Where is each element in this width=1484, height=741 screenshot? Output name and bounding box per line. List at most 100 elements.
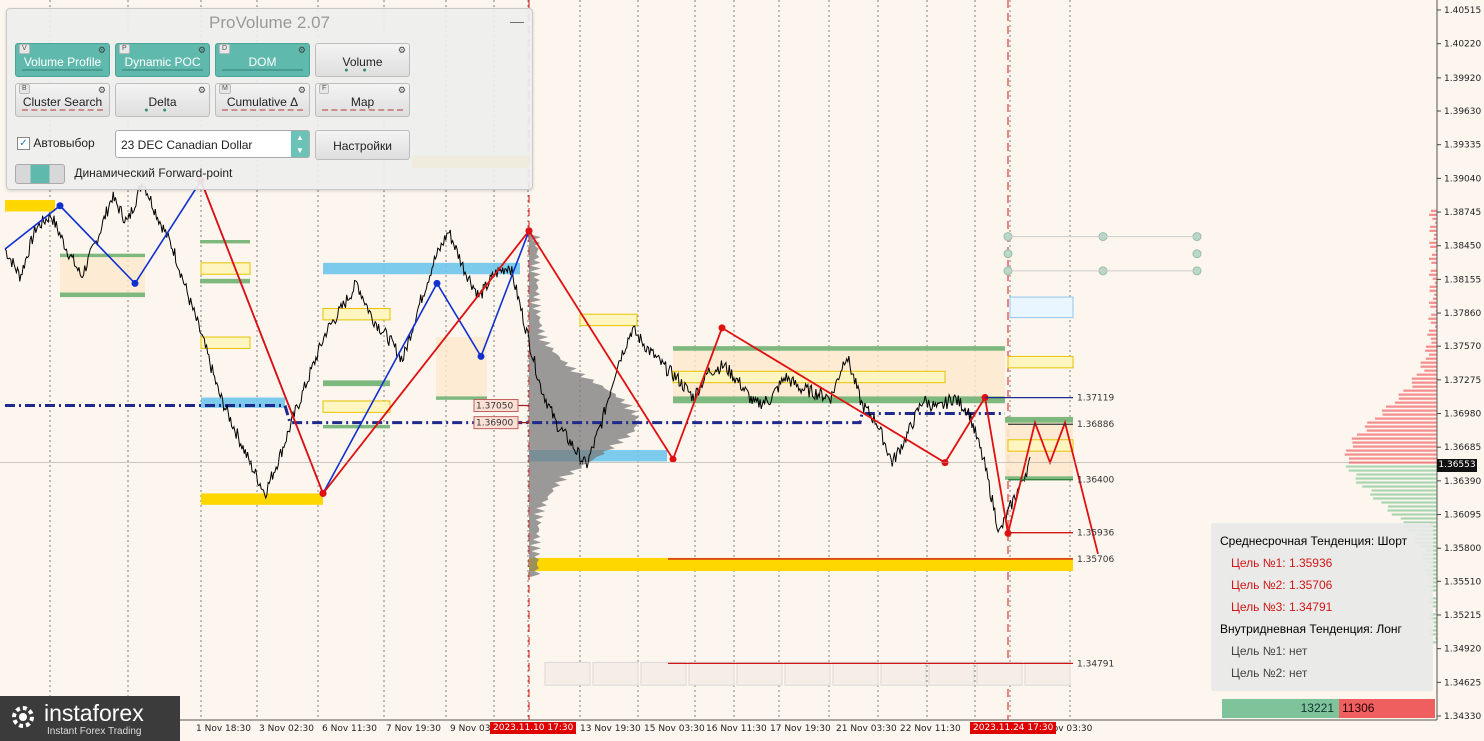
y-tick-label: 1.37570	[1444, 342, 1481, 352]
right-profile-bar	[1431, 313, 1437, 316]
target-level-label: 1.34791	[1077, 659, 1114, 669]
target-level-label: 1.35936	[1077, 529, 1114, 539]
right-profile-bar	[1432, 253, 1437, 256]
right-profile-bar	[1420, 361, 1437, 364]
intraday-trend-label: Внутридневная Тенденция: Лонг	[1220, 622, 1402, 636]
blue-pivot	[433, 279, 441, 287]
zone	[673, 396, 1005, 404]
right-profile-bar	[1345, 465, 1437, 468]
panel-button-3[interactable]: ⚙ Volume ●●	[315, 43, 410, 77]
red-pivot	[1004, 529, 1012, 537]
button-indicator	[222, 109, 303, 113]
x-tick-label: 15 Nov 03:30	[644, 724, 705, 734]
forecast-dot	[1192, 249, 1202, 259]
target-level-label: 1.36886	[1077, 420, 1114, 430]
panel-button-2[interactable]: D ⚙ DOM	[215, 43, 310, 77]
zone	[784, 661, 831, 686]
right-profile-bar	[1370, 493, 1437, 496]
medium-trend-label: Среднесрочная Тенденция: Шорт	[1220, 534, 1408, 548]
target-level-label: 1.37050	[476, 402, 513, 412]
right-profile-bar	[1429, 229, 1437, 232]
y-axis: 1.40515 1.40220 1.39920 1.39630 1.39335 1.390…	[1437, 6, 1481, 722]
right-profile-bar	[1346, 449, 1437, 452]
right-profile-bar	[1381, 501, 1437, 504]
right-profile-bar	[1400, 517, 1437, 520]
target-level-label: 1.36900	[476, 419, 513, 429]
target-level-label: 1.36400	[1077, 476, 1114, 486]
date-badge-2: 2023.11.24 17:30	[970, 722, 1057, 734]
right-profile-bar	[1352, 445, 1437, 448]
autoselect-checkbox[interactable]: ✓	[17, 137, 30, 151]
hotkey-badge: F	[319, 84, 330, 94]
autoselect-row[interactable]: ✓ Автовыбор	[17, 136, 95, 151]
panel-button-4[interactable]: B ⚙ Cluster Search	[15, 83, 110, 117]
right-profile-bar	[1382, 413, 1437, 416]
instrument-select[interactable]: 23 DEC Canadian Dollar ▲ ▼	[115, 130, 310, 158]
x-tick-label: 13 Nov 19:30	[580, 724, 641, 734]
zone	[544, 661, 591, 686]
zone	[1007, 355, 1074, 369]
zone	[736, 661, 783, 686]
right-profile-bar	[1362, 485, 1437, 488]
button-indicator: ●●	[344, 67, 381, 74]
right-profile-bar	[1429, 289, 1437, 292]
forward-point-toggle[interactable]	[15, 164, 65, 184]
red-pivot	[319, 489, 327, 497]
right-profile-bar	[1411, 381, 1437, 384]
panel-button-5[interactable]: ⚙ Delta ●●	[115, 83, 210, 117]
medium-target-2: Цель №2: 1.35706	[1231, 578, 1333, 592]
y-tick-label: 1.39335	[1444, 141, 1481, 151]
minimize-icon[interactable]: —	[510, 14, 524, 28]
button-label: DOM	[248, 55, 277, 69]
settings-button[interactable]: Настройки	[315, 130, 410, 160]
right-profile-bar	[1425, 345, 1437, 348]
right-profile-bar	[1429, 301, 1437, 304]
panel-button-1[interactable]: P ⚙ Dynamic POC	[115, 43, 210, 77]
blue-pivot	[477, 352, 485, 360]
right-profile-bar	[1430, 305, 1437, 308]
target-level-label: 1.35706	[1077, 555, 1114, 565]
button-indicator	[322, 109, 403, 113]
date-badge-1: 2023.11.10 17:30	[490, 722, 577, 734]
x-tick-label: 6 Nov 11:30	[322, 724, 377, 734]
right-profile-bar	[1429, 285, 1437, 288]
right-profile-bar	[1381, 409, 1437, 412]
red-pivot	[669, 455, 677, 463]
target-level-label: 1.37119	[1077, 394, 1114, 404]
panel-button-7[interactable]: F ⚙ Map	[315, 83, 410, 117]
y-tick-label: 1.36390	[1444, 477, 1481, 487]
right-profile-bar	[1425, 349, 1437, 352]
spinner-icon[interactable]: ▲ ▼	[291, 131, 309, 157]
x-tick-label: 7 Nov 19:30	[386, 724, 441, 734]
trend-info-box: Среднесрочная Тенденция: Шорт Цель №1: 1…	[1211, 523, 1433, 691]
button-indicator	[22, 109, 103, 113]
right-profile-bar	[1351, 437, 1437, 440]
zone	[688, 661, 735, 686]
y-tick-label: 1.39630	[1444, 107, 1481, 117]
settings-label: Настройки	[333, 139, 392, 153]
y-tick-label: 1.38450	[1444, 242, 1481, 252]
y-tick-label: 1.36980	[1444, 410, 1481, 420]
panel-button-0[interactable]: V ⚙ Volume Profile	[15, 43, 110, 77]
right-profile-bar	[1373, 497, 1437, 500]
y-tick-label: 1.40515	[1444, 6, 1481, 16]
zone	[200, 336, 251, 349]
right-profile-bar	[1356, 481, 1437, 484]
button-label: Volume Profile	[23, 55, 102, 69]
right-profile-bar	[1403, 389, 1437, 392]
zone	[1005, 416, 1073, 423]
right-profile-bar	[1430, 321, 1437, 324]
right-profile-bar	[1355, 477, 1437, 480]
logo-icon	[12, 706, 34, 728]
zone	[832, 661, 879, 686]
forward-point-row[interactable]: Динамический Forward-point	[15, 164, 232, 184]
panel-title: ProVolume 2.07	[209, 13, 330, 32]
x-tick-label: 21 Nov 03:30	[836, 724, 897, 734]
right-profile-bar	[1429, 257, 1437, 260]
instaforex-logo: instaforex Instant Forex Trading	[0, 696, 180, 741]
right-profile-bar	[1344, 453, 1437, 456]
panel-button-6[interactable]: M ⚙ Cumulative Δ	[215, 83, 310, 117]
hotkey-badge: D	[219, 44, 231, 54]
button-label: Dynamic POC	[124, 55, 201, 69]
right-profile-bar	[1411, 377, 1437, 380]
